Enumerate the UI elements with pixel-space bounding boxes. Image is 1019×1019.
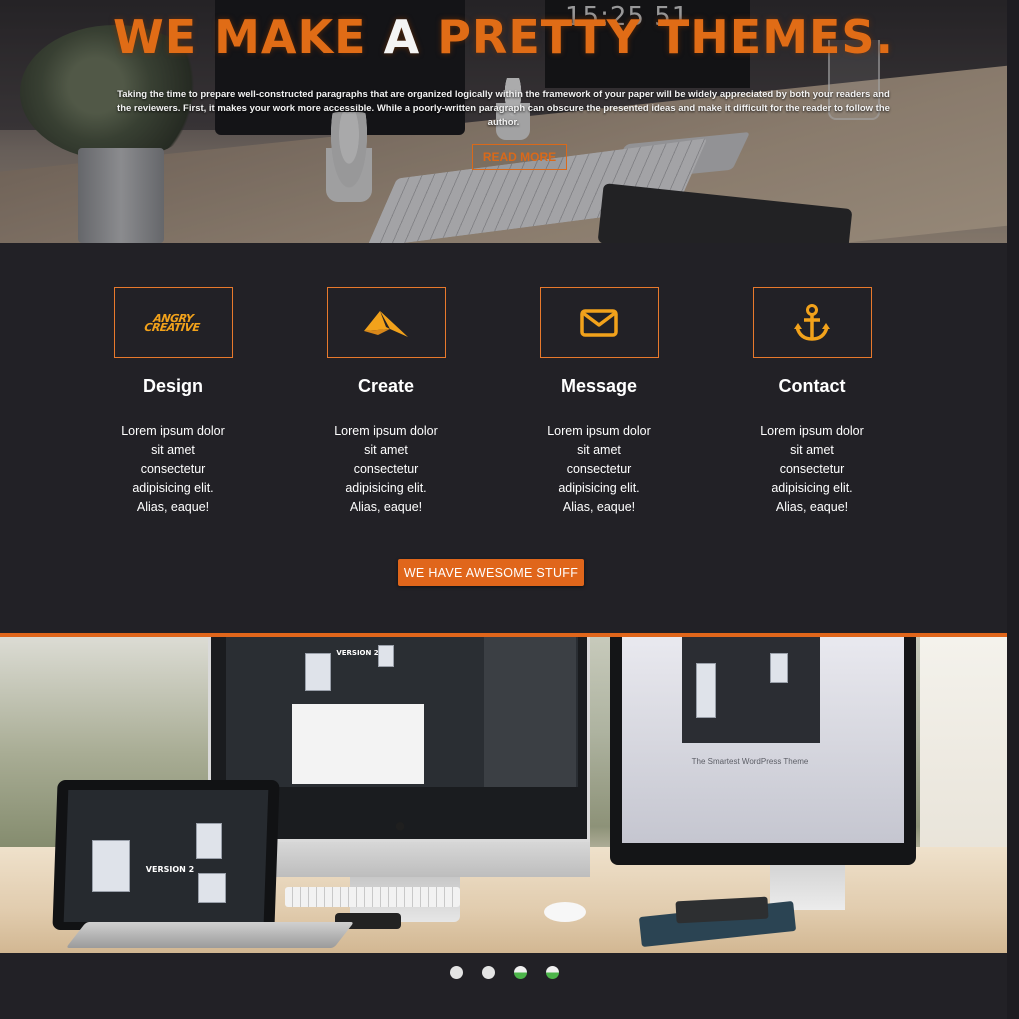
read-more-button[interactable]: READ MORE (472, 144, 567, 170)
feature-contact-icon-box[interactable] (752, 287, 872, 358)
image-slider[interactable]: VERSION 2 ● The Smartest WordPress Theme… (0, 637, 1007, 953)
paper-plane-icon (364, 310, 408, 337)
feature-design-icon-box[interactable]: ANGRY CREATIVE (113, 287, 233, 358)
slider-dot-3[interactable] (514, 966, 527, 979)
slider-dot-4[interactable] (546, 966, 559, 979)
feature-description: Lorem ipsum dolor sit amet consectetur a… (121, 424, 225, 514)
slider-dot-2[interactable] (482, 966, 495, 979)
feature-contact: Contact Lorem ipsum dolor sit amet conse… (752, 287, 872, 517)
slide-mouse (544, 902, 586, 922)
monitor-caption: The Smartest WordPress Theme (691, 757, 809, 766)
angry-creative-logo-icon: ANGRY CREATIVE (143, 311, 201, 334)
feature-description: Lorem ipsum dolor sit amet consectetur a… (760, 424, 864, 514)
version-2-label: VERSION 2 (336, 649, 379, 657)
slide-keyboard (285, 887, 460, 907)
feature-title: Design (142, 376, 203, 396)
hero-title: WE MAKE A PRETTY THEMES. (112, 10, 895, 64)
feature-title: Create (357, 376, 415, 396)
page: 15:25 51 WE MAKE A PRETTY THEMES. Taking… (0, 0, 1019, 1019)
feature-title: Contact (778, 376, 846, 396)
hero-paragraph: Taking the time to prepare well-construc… (117, 89, 890, 128)
feature-message: Message Lorem ipsum dolor sit amet conse… (539, 287, 659, 517)
feature-create: Create Lorem ipsum dolor sit amet consec… (326, 287, 446, 517)
envelope-icon (580, 308, 618, 337)
scrollbar-track[interactable] (1007, 0, 1019, 1019)
awesome-stuff-button[interactable]: WE HAVE AWESOME STUFF (398, 559, 584, 586)
feature-description: Lorem ipsum dolor sit amet consectetur a… (547, 424, 651, 514)
feature-message-icon-box[interactable] (539, 287, 659, 358)
feature-title: Message (560, 376, 638, 396)
slider-dot-1[interactable] (450, 966, 463, 979)
anchor-icon (794, 303, 830, 341)
apple-logo-icon: ● (394, 815, 407, 837)
hero-section: 15:25 51 WE MAKE A PRETTY THEMES. Taking… (0, 0, 1007, 243)
feature-create-icon-box[interactable] (326, 287, 446, 358)
slider-pagination (450, 966, 559, 979)
laptop-version-label: VERSION 2 (145, 865, 195, 874)
feature-design: ANGRY CREATIVE Design Lorem ipsum dolor … (113, 287, 233, 517)
feature-description: Lorem ipsum dolor sit amet consectetur a… (334, 424, 438, 514)
